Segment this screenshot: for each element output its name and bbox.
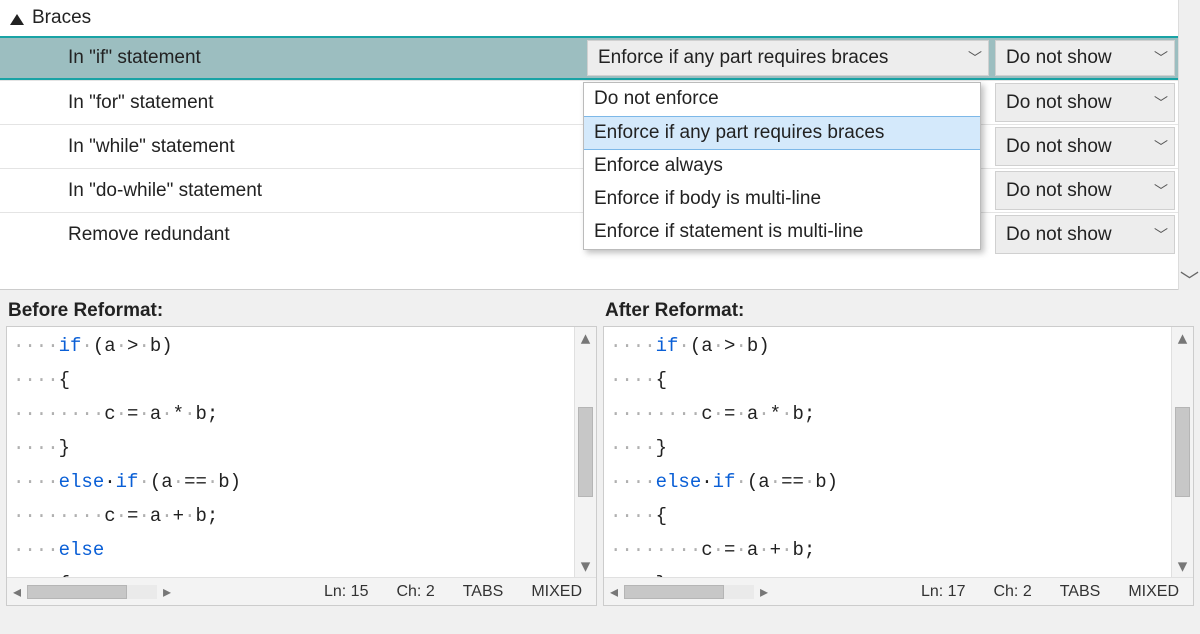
severity-dropdown[interactable]: Do not show ﹀ [995, 127, 1175, 166]
status-tabs: TABS [463, 583, 504, 601]
dropdown-option[interactable]: Do not enforce [584, 83, 980, 116]
dropdown-value: Do not show [1006, 136, 1112, 158]
preview-area: Before Reformat: ····if·(a·>·b) ····{ ··… [0, 290, 1200, 606]
code-after[interactable]: ····if·(a·>·b) ····{ ········c·=·a·*·b; … [604, 327, 1193, 603]
chevron-down-icon: ﹀ [1154, 137, 1168, 157]
vertical-scrollbar[interactable]: ▴ ▾ [1171, 327, 1193, 577]
before-pane: Before Reformat: ····if·(a·>·b) ····{ ··… [6, 296, 597, 606]
vertical-scrollbar[interactable]: ▴ ▾ [574, 327, 596, 577]
code-before[interactable]: ····if·(a·>·b) ····{ ········c·=·a·*·b; … [7, 327, 596, 603]
setting-label: In "for" statement [0, 81, 584, 124]
status-char: Ch: 2 [993, 583, 1031, 601]
status-tabs: TABS [1060, 583, 1101, 601]
chevron-down-icon: ﹀ [1154, 181, 1168, 201]
scroll-right-icon[interactable]: ▸ [157, 582, 177, 602]
scroll-down-icon[interactable]: ▾ [1172, 555, 1193, 577]
setting-label: In "while" statement [0, 125, 584, 168]
enforce-dropdown-popup: Do not enforce Enforce if any part requi… [583, 82, 981, 250]
scroll-left-icon[interactable]: ◂ [604, 582, 624, 602]
severity-dropdown[interactable]: Do not show ﹀ [995, 40, 1175, 76]
vertical-scrollbar[interactable]: ﹀ [1178, 0, 1200, 290]
scrollbar-thumb[interactable] [578, 407, 593, 497]
scroll-down-icon[interactable]: ▾ [575, 555, 596, 577]
scroll-right-icon[interactable]: ▸ [754, 582, 774, 602]
dropdown-option[interactable]: Enforce always [584, 150, 980, 183]
after-title: After Reformat: [605, 300, 1192, 322]
dropdown-value: Enforce if any part requires braces [598, 47, 888, 69]
section-header-braces[interactable]: Braces [0, 0, 1200, 36]
setting-label: In "do-while" statement [0, 169, 584, 212]
dropdown-option[interactable]: Enforce if body is multi-line [584, 183, 980, 216]
settings-table: Braces In "if" statement Enforce if any … [0, 0, 1200, 290]
status-bar: ◂ ▸ Ln: 17 Ch: 2 TABS MIXED [604, 577, 1193, 605]
chevron-down-icon: ﹀ [968, 48, 982, 68]
after-code-box: ····if·(a·>·b) ····{ ········c·=·a·*·b; … [603, 326, 1194, 606]
severity-dropdown[interactable]: Do not show ﹀ [995, 171, 1175, 210]
dropdown-value: Do not show [1006, 180, 1112, 202]
scroll-up-icon[interactable]: ▴ [575, 327, 596, 349]
scroll-left-icon[interactable]: ◂ [7, 582, 27, 602]
enforce-dropdown[interactable]: Enforce if any part requires braces ﹀ [587, 40, 989, 76]
after-pane: After Reformat: ····if·(a·>·b) ····{ ···… [603, 296, 1194, 606]
dropdown-value: Do not show [1006, 224, 1112, 246]
dropdown-option[interactable]: Enforce if any part requires braces [584, 116, 980, 150]
before-code-box: ····if·(a·>·b) ····{ ········c·=·a·*·b; … [6, 326, 597, 606]
chevron-down-icon: ﹀ [1154, 225, 1168, 245]
scroll-up-icon[interactable]: ▴ [1172, 327, 1193, 349]
horizontal-scrollbar[interactable]: ◂ ▸ [7, 582, 177, 602]
chevron-down-icon: ﹀ [1154, 93, 1168, 113]
dropdown-value: Do not show [1006, 47, 1112, 69]
status-line: Ln: 15 [324, 583, 368, 601]
status-bar: ◂ ▸ Ln: 15 Ch: 2 TABS MIXED [7, 577, 596, 605]
expand-icon [10, 14, 24, 25]
dropdown-option[interactable]: Enforce if statement is multi-line [584, 216, 980, 249]
severity-dropdown[interactable]: Do not show ﹀ [995, 215, 1175, 254]
dropdown-value: Do not show [1006, 92, 1112, 114]
horizontal-scrollbar[interactable]: ◂ ▸ [604, 582, 774, 602]
status-mixed: MIXED [1128, 583, 1179, 601]
section-title: Braces [32, 7, 91, 29]
before-title: Before Reformat: [8, 300, 595, 322]
scroll-down-icon[interactable]: ﹀ [1179, 268, 1200, 290]
status-mixed: MIXED [531, 583, 582, 601]
setting-label: Remove redundant [0, 213, 584, 256]
status-char: Ch: 2 [396, 583, 434, 601]
chevron-down-icon: ﹀ [1154, 48, 1168, 68]
severity-dropdown[interactable]: Do not show ﹀ [995, 83, 1175, 122]
setting-row-if[interactable]: In "if" statement Enforce if any part re… [0, 36, 1200, 80]
scrollbar-thumb[interactable] [27, 585, 127, 599]
setting-label: In "if" statement [0, 38, 584, 78]
scrollbar-thumb[interactable] [624, 585, 724, 599]
scrollbar-thumb[interactable] [1175, 407, 1190, 497]
status-line: Ln: 17 [921, 583, 965, 601]
